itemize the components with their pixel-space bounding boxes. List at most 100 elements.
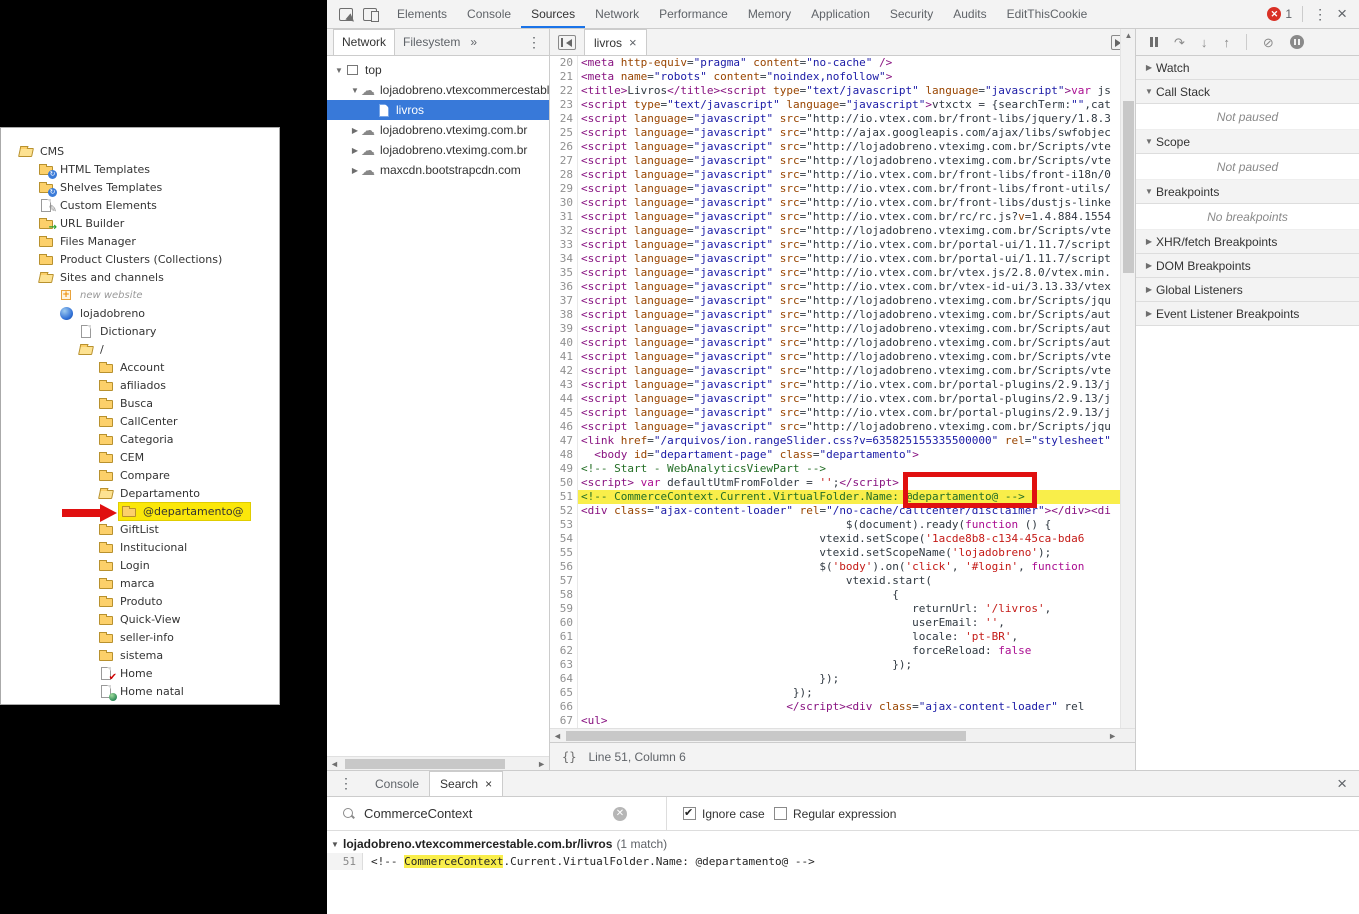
- tree-item-top[interactable]: ▼top: [327, 60, 549, 80]
- cms-tree-item-lojadobreno[interactable]: lojadobreno: [1, 304, 279, 322]
- line-number[interactable]: 44: [550, 392, 578, 406]
- line-number[interactable]: 64: [550, 672, 578, 686]
- line-number[interactable]: 43: [550, 378, 578, 392]
- pause-script-icon[interactable]: [1150, 37, 1158, 47]
- code-line-26[interactable]: 26<script language="javascript" src="htt…: [550, 140, 1135, 154]
- line-number[interactable]: 38: [550, 308, 578, 322]
- code-line-23[interactable]: 23<script type="text/javascript" languag…: [550, 98, 1135, 112]
- devtools-tab-console[interactable]: Console: [457, 0, 521, 28]
- code-line-35[interactable]: 35<script language="javascript" src="htt…: [550, 266, 1135, 280]
- cms-tree-item--[interactable]: /: [1, 340, 279, 358]
- drawer-close-icon[interactable]: ×: [1337, 774, 1359, 794]
- line-number[interactable]: 25: [550, 126, 578, 140]
- cms-tree-item-busca[interactable]: Busca: [1, 394, 279, 412]
- expand-icon[interactable]: ▼: [1142, 187, 1156, 196]
- line-number[interactable]: 30: [550, 196, 578, 210]
- drawer-menu-icon[interactable]: ⋮: [327, 775, 365, 792]
- debugger-section-breakpoints[interactable]: ▼Breakpoints: [1136, 180, 1359, 204]
- line-number[interactable]: 58: [550, 588, 578, 602]
- devtools-tab-application[interactable]: Application: [801, 0, 880, 28]
- code-line-33[interactable]: 33<script language="javascript" src="htt…: [550, 238, 1135, 252]
- code-editor[interactable]: 20<meta http-equiv="pragma" content="no-…: [550, 56, 1135, 728]
- tab-network[interactable]: Network: [333, 29, 395, 55]
- devtools-tab-elements[interactable]: Elements: [387, 0, 457, 28]
- cms-tree-item-quick-view[interactable]: Quick-View: [1, 610, 279, 628]
- line-number[interactable]: 63: [550, 658, 578, 672]
- cms-tree-item-compare[interactable]: Compare: [1, 466, 279, 484]
- cms-tree-item-sistema[interactable]: sistema: [1, 646, 279, 664]
- search-input[interactable]: CommerceContext: [364, 806, 472, 821]
- scroll-right-icon[interactable]: ►: [1108, 730, 1117, 742]
- scroll-up-icon[interactable]: ▲: [1121, 31, 1136, 40]
- code-line-61[interactable]: 61 locale: 'pt-BR',: [550, 630, 1135, 644]
- code-line-50[interactable]: 50<script> var defaultUtmFromFolder = ''…: [550, 476, 1135, 490]
- code-line-22[interactable]: 22<title>Livros</title><script type="tex…: [550, 84, 1135, 98]
- step-out-icon[interactable]: ↑: [1223, 36, 1230, 49]
- devtools-menu-icon[interactable]: ⋮: [1313, 7, 1327, 21]
- line-number[interactable]: 26: [550, 140, 578, 154]
- devtools-close-icon[interactable]: ×: [1337, 4, 1347, 24]
- code-line-47[interactable]: 47<link href="/arquivos/ion.rangeSlider.…: [550, 434, 1135, 448]
- code-line-21[interactable]: 21<meta name="robots" content="noindex,n…: [550, 70, 1135, 84]
- line-number[interactable]: 48: [550, 448, 578, 462]
- code-line-42[interactable]: 42<script language="javascript" src="htt…: [550, 364, 1135, 378]
- device-toolbar-icon[interactable]: [363, 8, 377, 21]
- line-number[interactable]: 28: [550, 168, 578, 182]
- line-number[interactable]: 32: [550, 224, 578, 238]
- expand-icon[interactable]: ▶: [1142, 237, 1156, 246]
- line-number[interactable]: 46: [550, 420, 578, 434]
- code-line-31[interactable]: 31<script language="javascript" src="htt…: [550, 210, 1135, 224]
- cms-tree-item-departamento[interactable]: Departamento: [1, 484, 279, 502]
- line-number[interactable]: 47: [550, 434, 578, 448]
- cms-tree-item-home[interactable]: ✔Home: [1, 664, 279, 682]
- cms-tree-item-login[interactable]: Login: [1, 556, 279, 574]
- code-line-25[interactable]: 25<script language="javascript" src="htt…: [550, 126, 1135, 140]
- ignore-case-option[interactable]: Ignore case: [683, 807, 765, 821]
- code-line-46[interactable]: 46<script language="javascript" src="htt…: [550, 420, 1135, 434]
- line-number[interactable]: 62: [550, 644, 578, 658]
- cms-tree-item-callcenter[interactable]: CallCenter: [1, 412, 279, 430]
- cms-tree-item-seller-info[interactable]: seller-info: [1, 628, 279, 646]
- regex-checkbox[interactable]: [774, 807, 787, 820]
- cms-tree-item-afiliados[interactable]: afiliados: [1, 376, 279, 394]
- tree-item-lojadobreno-vtexcommercestable[interactable]: ▼☁lojadobreno.vtexcommercestable: [327, 80, 549, 100]
- cms-tree-item-giftlist[interactable]: GiftList: [1, 520, 279, 538]
- code-line-66[interactable]: 66 </script><div class="ajax-content-loa…: [550, 700, 1135, 714]
- line-number[interactable]: 51: [550, 490, 578, 504]
- cms-tree-item-institucional[interactable]: Institucional: [1, 538, 279, 556]
- code-line-58[interactable]: 58 {: [550, 588, 1135, 602]
- expand-icon[interactable]: ▶: [1142, 309, 1156, 318]
- line-number[interactable]: 52: [550, 504, 578, 518]
- debugger-section-watch[interactable]: ▶Watch: [1136, 56, 1359, 80]
- step-into-icon[interactable]: ↓: [1201, 36, 1208, 49]
- cms-tree-item-product-clusters-collections-[interactable]: Product Clusters (Collections): [1, 250, 279, 268]
- line-number[interactable]: 56: [550, 560, 578, 574]
- cms-tree-item-account[interactable]: Account: [1, 358, 279, 376]
- line-number[interactable]: 55: [550, 546, 578, 560]
- code-line-41[interactable]: 41<script language="javascript" src="htt…: [550, 350, 1135, 364]
- code-line-27[interactable]: 27<script language="javascript" src="htt…: [550, 154, 1135, 168]
- search-result-line[interactable]: 51 <!-- CommerceContext.Current.VirtualF…: [327, 853, 1359, 870]
- code-line-40[interactable]: 40<script language="javascript" src="htt…: [550, 336, 1135, 350]
- devtools-tab-sources[interactable]: Sources: [521, 0, 585, 28]
- cms-tree-item-custom-elements[interactable]: ✎Custom Elements: [1, 196, 279, 214]
- code-line-45[interactable]: 45<script language="javascript" src="htt…: [550, 406, 1135, 420]
- code-line-43[interactable]: 43<script language="javascript" src="htt…: [550, 378, 1135, 392]
- scroll-right-icon[interactable]: ►: [537, 758, 546, 770]
- line-number[interactable]: 45: [550, 406, 578, 420]
- line-number[interactable]: 36: [550, 280, 578, 294]
- code-line-67[interactable]: 67<ul>: [550, 714, 1135, 728]
- cms-tree-item-cms[interactable]: CMS: [1, 142, 279, 160]
- highlighted-item[interactable]: @departamento@: [119, 503, 250, 520]
- code-line-37[interactable]: 37<script language="javascript" src="htt…: [550, 294, 1135, 308]
- cms-tree-item-shelves-templates[interactable]: ↻Shelves Templates: [1, 178, 279, 196]
- line-number[interactable]: 41: [550, 350, 578, 364]
- line-number[interactable]: 35: [550, 266, 578, 280]
- expand-icon[interactable]: ▶: [349, 146, 361, 155]
- line-number[interactable]: 67: [550, 714, 578, 728]
- debugger-section-call-stack[interactable]: ▼Call Stack: [1136, 80, 1359, 104]
- code-line-20[interactable]: 20<meta http-equiv="pragma" content="no-…: [550, 56, 1135, 70]
- step-over-icon[interactable]: ↷: [1174, 36, 1185, 49]
- code-line-53[interactable]: 53 $(document).ready(function () {: [550, 518, 1135, 532]
- expand-icon[interactable]: ▶: [1142, 285, 1156, 294]
